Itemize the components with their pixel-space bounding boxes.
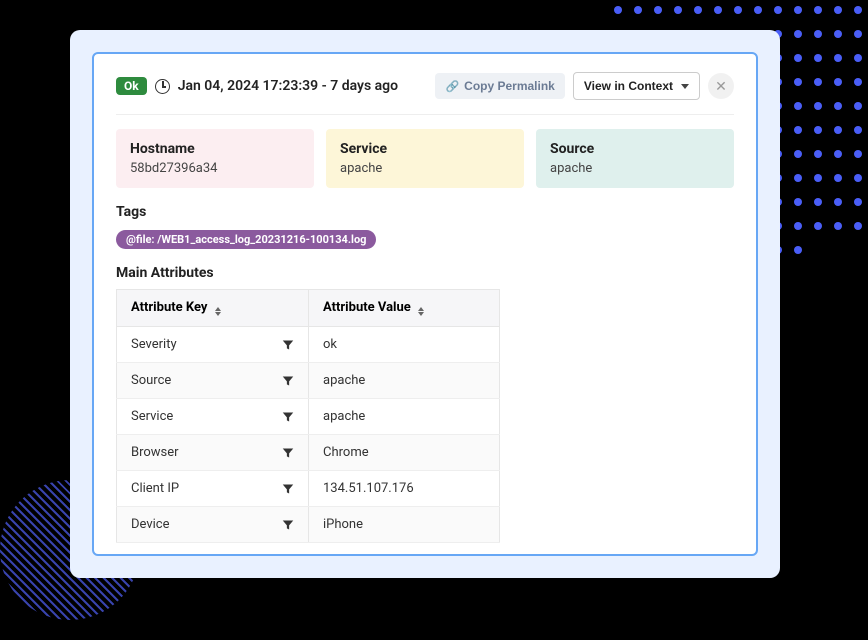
copy-permalink-label: Copy Permalink [464, 79, 555, 93]
attr-key: Device [131, 517, 170, 532]
filter-icon[interactable] [282, 447, 294, 459]
col-header-key[interactable]: Attribute Key [117, 290, 309, 327]
timestamp-text: Jan 04, 2024 17:23:39 - 7 days ago [178, 78, 398, 94]
attr-key: Client IP [131, 481, 179, 496]
filter-icon[interactable] [282, 483, 294, 495]
attr-value: 134.51.107.176 [309, 471, 500, 507]
hostname-card[interactable]: Hostname 58bd27396a34 [116, 129, 314, 188]
attr-value: Chrome [309, 435, 500, 471]
sort-icon [215, 307, 221, 316]
panel-header: Ok Jan 04, 2024 17:23:39 - 7 days ago 🔗 … [116, 72, 734, 115]
table-row[interactable]: Browser Chrome [117, 435, 500, 471]
table-row[interactable]: Source apache [117, 363, 500, 399]
hostname-value: 58bd27396a34 [130, 161, 300, 176]
table-row[interactable]: Severity ok [117, 327, 500, 363]
attr-value: apache [309, 363, 500, 399]
table-row[interactable]: Service apache [117, 399, 500, 435]
copy-permalink-button[interactable]: 🔗 Copy Permalink [435, 73, 564, 99]
table-row[interactable]: Device iPhone [117, 507, 500, 543]
service-value: apache [340, 161, 510, 176]
filter-icon[interactable] [282, 375, 294, 387]
filter-icon[interactable] [282, 519, 294, 531]
service-label: Service [340, 141, 510, 157]
attr-value: iPhone [309, 507, 500, 543]
close-icon: ✕ [715, 78, 727, 94]
hostname-label: Hostname [130, 141, 300, 157]
attr-key: Source [131, 373, 171, 388]
attr-value: ok [309, 327, 500, 363]
close-button[interactable]: ✕ [708, 73, 734, 99]
view-in-context-label: View in Context [584, 79, 673, 93]
status-badge: Ok [116, 77, 147, 95]
chevron-down-icon [681, 84, 689, 89]
attributes-table: Attribute Key Attribute Value Severity ok… [116, 289, 500, 543]
attr-value: apache [309, 399, 500, 435]
attr-key: Severity [131, 337, 177, 352]
outer-frame: Ok Jan 04, 2024 17:23:39 - 7 days ago 🔗 … [70, 30, 780, 578]
table-row[interactable]: Client IP 134.51.107.176 [117, 471, 500, 507]
attr-key: Service [131, 409, 173, 424]
attributes-tbody: SeverityokSourceapacheServiceapacheBrows… [117, 327, 500, 543]
source-value: apache [550, 161, 720, 176]
filter-icon[interactable] [282, 411, 294, 423]
source-label: Source [550, 141, 720, 157]
sort-icon [418, 307, 424, 316]
clock-icon [155, 79, 170, 94]
link-icon: 🔗 [445, 80, 459, 93]
col-header-value[interactable]: Attribute Value [309, 290, 500, 327]
tag-pill[interactable]: @file: /WEB1_access_log_20231216-100134.… [116, 230, 376, 249]
filter-icon[interactable] [282, 339, 294, 351]
source-card[interactable]: Source apache [536, 129, 734, 188]
service-card[interactable]: Service apache [326, 129, 524, 188]
attributes-title: Main Attributes [116, 265, 734, 281]
tags-title: Tags [116, 204, 734, 220]
log-detail-panel: Ok Jan 04, 2024 17:23:39 - 7 days ago 🔗 … [92, 52, 758, 556]
attr-key: Browser [131, 445, 179, 460]
summary-cards: Hostname 58bd27396a34 Service apache Sou… [116, 129, 734, 188]
view-in-context-button[interactable]: View in Context [573, 72, 700, 100]
